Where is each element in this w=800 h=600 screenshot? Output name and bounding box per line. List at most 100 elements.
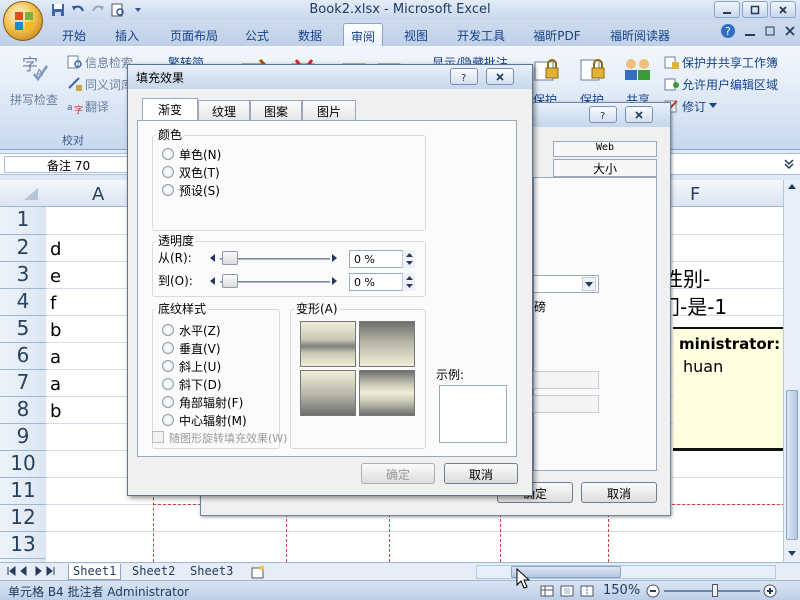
page-break-preview-icon[interactable] — [580, 585, 594, 597]
select-all-icon[interactable] — [20, 186, 40, 202]
vertical-scroll-thumb[interactable] — [786, 390, 798, 540]
to-spinner-buttons[interactable] — [402, 273, 415, 291]
zoom-slider-thumb[interactable] — [712, 584, 718, 597]
cell-a2[interactable]: d — [50, 239, 61, 260]
diagonal-down-radio[interactable] — [162, 378, 174, 390]
dialog-close-button[interactable] — [486, 68, 514, 85]
row-header[interactable]: 1 — [0, 207, 46, 235]
translate-button[interactable]: 翻译 — [85, 98, 109, 115]
two-colors-radio[interactable] — [162, 166, 174, 178]
vertical-scrollbar[interactable] — [783, 180, 800, 562]
back-dialog-help-button[interactable]: ? — [589, 106, 617, 123]
minimize-button[interactable] — [714, 1, 740, 18]
chevron-right-icon[interactable] — [331, 254, 337, 262]
preset-radio[interactable] — [162, 184, 174, 196]
variant-1[interactable] — [300, 321, 356, 367]
insert-sheet-icon[interactable] — [250, 565, 266, 579]
back-arrow-dropdown-1[interactable] — [533, 371, 599, 389]
back-line-style-dropdown[interactable] — [533, 275, 599, 293]
row-header[interactable]: 8 — [0, 397, 46, 424]
track-changes-button[interactable]: 修订 — [682, 98, 706, 115]
row-header[interactable]: 6 — [0, 343, 46, 370]
back-arrow-dropdown-2[interactable] — [533, 395, 599, 413]
research-button[interactable]: 信息检索 — [85, 54, 133, 71]
tab-data[interactable]: 数据 — [290, 23, 330, 46]
ok-button[interactable]: 确定 — [361, 463, 435, 484]
protect-share-button[interactable]: 保护并共享工作簿 — [682, 54, 778, 71]
diagonal-up-radio[interactable] — [162, 360, 174, 372]
horizontal-radio[interactable] — [162, 324, 174, 336]
normal-view-icon[interactable] — [540, 585, 554, 597]
row-header[interactable]: 5 — [0, 316, 46, 343]
sheet-tab-2[interactable]: Sheet2 — [128, 564, 179, 580]
from-center-radio[interactable] — [162, 414, 174, 426]
name-box[interactable]: 备注 70 — [4, 156, 130, 173]
help-icon[interactable]: ? — [720, 23, 736, 39]
row-header[interactable]: 3 — [0, 262, 46, 289]
tab-developer[interactable]: 开发工具 — [451, 23, 511, 46]
comment-box[interactable]: ministrator: huan — [673, 327, 790, 451]
tab-gradient[interactable]: 渐变 — [142, 98, 198, 121]
ribbon-minimize-icon[interactable] — [744, 25, 756, 37]
tab-view[interactable]: 视图 — [397, 23, 435, 46]
tab-page-layout[interactable]: 页面布局 — [163, 23, 225, 46]
first-sheet-icon[interactable] — [6, 566, 56, 576]
one-color-radio[interactable] — [162, 148, 174, 160]
cell-a8[interactable]: b — [50, 401, 61, 422]
office-button[interactable] — [3, 1, 43, 41]
variant-4[interactable] — [359, 370, 415, 416]
rotate-with-shape-checkbox[interactable] — [152, 431, 164, 443]
restore-button[interactable] — [742, 1, 768, 18]
back-dialog-close-button[interactable] — [625, 106, 653, 123]
back-cancel-button[interactable]: 取消 — [581, 482, 657, 503]
variant-2[interactable] — [359, 321, 415, 367]
chevron-left-icon[interactable] — [210, 254, 216, 262]
row-header[interactable]: 13 — [0, 532, 46, 559]
ribbon-close-icon[interactable] — [784, 25, 796, 37]
cell-a3[interactable]: e — [50, 266, 61, 287]
chevron-down-icon[interactable] — [709, 103, 717, 109]
tab-insert[interactable]: 插入 — [108, 23, 146, 46]
cancel-button[interactable]: 取消 — [444, 463, 518, 484]
back-tab-web[interactable]: Web — [553, 141, 657, 157]
row-header[interactable]: 7 — [0, 370, 46, 397]
row-header[interactable]: 9 — [0, 424, 46, 451]
zoom-out-icon[interactable] — [646, 584, 660, 598]
zoom-level[interactable]: 150% — [603, 583, 640, 598]
expand-formula-bar-icon[interactable] — [783, 158, 795, 170]
zoom-in-icon[interactable] — [763, 584, 777, 598]
column-header-a[interactable]: A — [92, 184, 104, 205]
from-corner-radio[interactable] — [162, 396, 174, 408]
tab-texture[interactable]: 纹理 — [198, 100, 250, 120]
scroll-up-icon[interactable] — [787, 182, 797, 192]
spell-check-button[interactable]: 拼写检查 — [10, 91, 58, 108]
cell-a5[interactable]: b — [50, 320, 61, 341]
sheet-tab-3[interactable]: Sheet3 — [186, 564, 237, 580]
row-header[interactable]: 12 — [0, 505, 46, 532]
close-button[interactable] — [770, 1, 796, 18]
cell-a7[interactable]: a — [50, 374, 61, 395]
chevron-left-icon[interactable] — [210, 277, 216, 285]
page-layout-view-icon[interactable] — [560, 585, 574, 597]
tab-foxit-pdf[interactable]: 福昕PDF — [527, 23, 587, 46]
vertical-radio[interactable] — [162, 342, 174, 354]
tab-review[interactable]: 审阅 — [343, 23, 383, 46]
cell-a4[interactable]: f — [50, 293, 56, 314]
row-header[interactable]: 4 — [0, 289, 46, 316]
column-header-f[interactable]: F — [690, 184, 700, 205]
row-header[interactable]: 10 — [0, 451, 46, 478]
tab-home[interactable]: 开始 — [56, 23, 92, 46]
row-header[interactable]: 11 — [0, 478, 46, 505]
row-header[interactable]: 2 — [0, 235, 46, 262]
tab-picture[interactable]: 图片 — [302, 100, 356, 120]
cell-a6[interactable]: a — [50, 347, 61, 368]
variant-3[interactable] — [300, 370, 356, 416]
allow-edit-ranges-button[interactable]: 允许用户编辑区域 — [682, 76, 778, 93]
tab-formulas[interactable]: 公式 — [238, 23, 276, 46]
from-spinner-buttons[interactable] — [402, 250, 415, 268]
chevron-right-icon[interactable] — [331, 277, 337, 285]
back-tab-size[interactable]: 大小 — [553, 159, 657, 177]
thesaurus-button[interactable]: 同义词库 — [85, 76, 133, 93]
ribbon-restore-icon[interactable] — [764, 25, 776, 37]
to-slider-thumb[interactable] — [222, 274, 238, 288]
